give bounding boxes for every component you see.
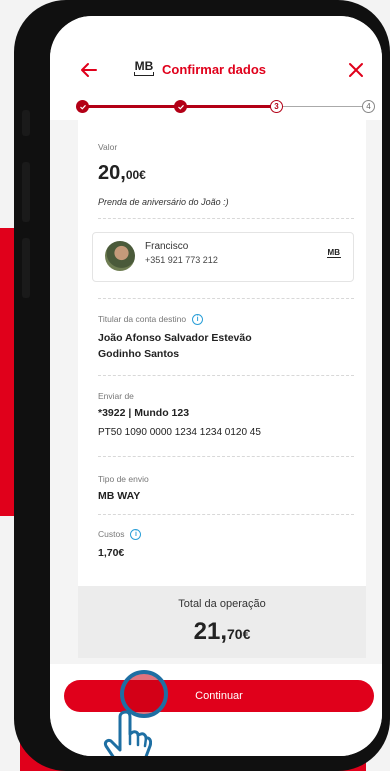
divider <box>98 298 354 299</box>
step-current: 3 <box>270 100 283 113</box>
divider <box>98 375 354 376</box>
total-amount-integer: 21, <box>193 618 227 645</box>
phone-side-button <box>22 110 30 136</box>
info-icon[interactable]: i <box>192 314 204 326</box>
total-amount-decimal: 70€ <box>227 626 251 642</box>
total-label: Total da operação <box>178 598 266 610</box>
header: MB Confirmar dados 3 4 <box>50 16 382 120</box>
phone-volume-down-button <box>22 238 30 298</box>
value-label: Valor <box>98 142 118 152</box>
info-icon[interactable]: i <box>130 529 142 541</box>
total-box: Total da operação 21,70€ <box>78 586 366 658</box>
pointing-hand-icon <box>104 710 152 756</box>
costs-label-row: Custos i <box>98 529 142 541</box>
total-amount: 21,70€ <box>78 618 366 646</box>
avatar <box>105 241 135 271</box>
send-type-label: Tipo de envio <box>98 474 149 484</box>
phone-screen: MB Confirmar dados 3 4 Valor 20,00€ Pren… <box>50 16 382 756</box>
destination-label: Titular da conta destino <box>98 314 187 324</box>
arrow-left-icon <box>81 63 97 77</box>
check-icon <box>177 104 184 110</box>
back-button[interactable] <box>78 59 100 81</box>
phone-volume-up-button <box>22 162 30 222</box>
header-title-group: MB Confirmar dados <box>132 60 266 78</box>
check-icon <box>79 104 86 110</box>
phone-frame: MB Confirmar dados 3 4 Valor 20,00€ Pren… <box>14 0 390 771</box>
continue-label: Continuar <box>195 690 243 702</box>
contact-card: Francisco +351 921 773 212 MB <box>92 232 354 282</box>
page-title: Confirmar dados <box>162 61 267 77</box>
contact-phone: +351 921 773 212 <box>145 255 218 265</box>
close-button[interactable] <box>346 60 366 80</box>
divider <box>98 456 354 457</box>
amount-decimal: 00€ <box>125 168 146 182</box>
sender-label: Enviar de <box>98 391 134 401</box>
step-2-done <box>174 100 187 113</box>
divider <box>98 514 354 515</box>
progress-stepper: 3 4 <box>76 98 376 114</box>
summary-card: Valor 20,00€ Prenda de aniversário do Jo… <box>78 118 366 586</box>
destination-label-row: Titular da conta destino i <box>98 314 204 326</box>
step-next: 4 <box>362 100 375 113</box>
transfer-description: Prenda de aniversário do João :) <box>98 197 229 207</box>
sender-account: *3922 | Mundo 123 <box>98 407 190 419</box>
destination-holder-line2: Godinho Santos <box>98 348 180 360</box>
divider <box>98 218 354 219</box>
costs-value: 1,70€ <box>98 547 125 559</box>
sender-iban: PT50 1090 0000 1234 1234 0120 45 <box>98 427 261 438</box>
step-1-done <box>76 100 89 113</box>
mb-badge-icon: MB <box>326 248 341 258</box>
stepper-remaining-line <box>276 106 370 107</box>
footer: Continuar <box>50 664 382 756</box>
destination-holder-line1: João Afonso Salvador Estevão <box>98 332 252 344</box>
send-type-value: MB WAY <box>98 490 141 502</box>
mb-logo: MB <box>132 60 156 78</box>
contact-name: Francisco <box>145 241 189 252</box>
close-x-icon <box>349 63 363 77</box>
amount-integer: 20, <box>98 162 126 184</box>
costs-label: Custos <box>98 529 125 539</box>
transfer-amount: 20,00€ <box>98 162 146 185</box>
